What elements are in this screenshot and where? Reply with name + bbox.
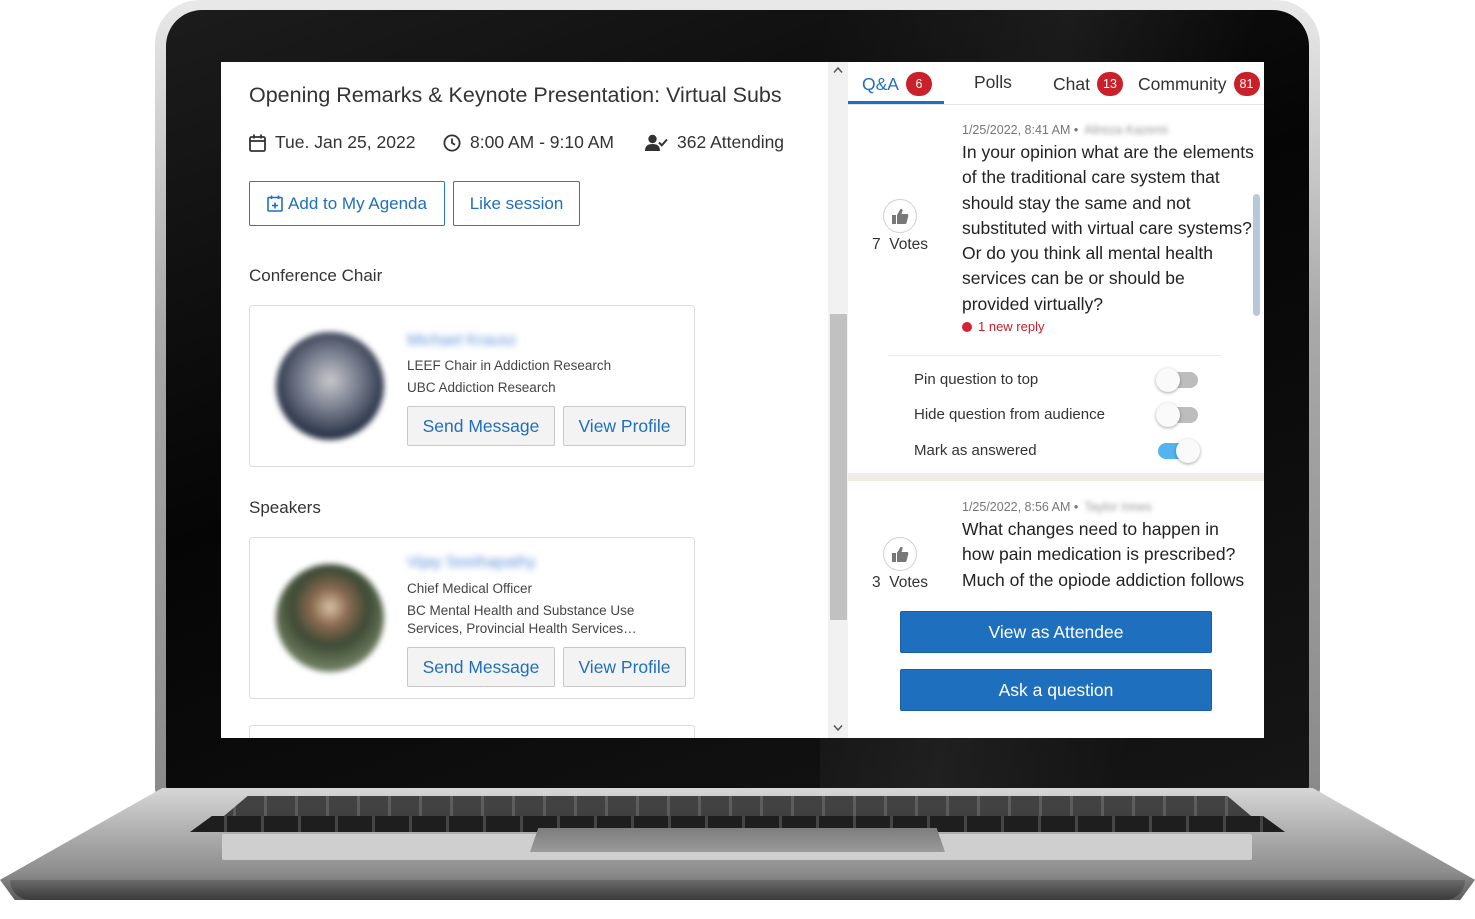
- ask-question-button[interactable]: Ask a question: [900, 669, 1212, 711]
- speaker-name[interactable]: Vijay Seethapathy: [407, 554, 536, 571]
- session-attendance: 362 Attending: [645, 132, 784, 153]
- question-author: Alireza Kazemi: [1084, 123, 1168, 137]
- new-reply-label: 1 new reply: [978, 319, 1045, 334]
- chair-send-message-button[interactable]: Send Message: [407, 406, 555, 446]
- engagement-panel: Q&A 6 Polls Chat 13 Community 81 7 Votes…: [848, 62, 1264, 738]
- tab-polls-label: Polls: [974, 72, 1012, 92]
- attending-count: 362 Attending: [677, 132, 785, 152]
- question-author: Taylor Innes: [1084, 500, 1152, 514]
- qa-scrollbar[interactable]: [1253, 194, 1260, 316]
- tab-community-badge: 81: [1233, 72, 1260, 96]
- like-session-button[interactable]: Like session: [453, 181, 580, 226]
- speaker-organization-line1: BC Mental Health and Substance Use: [407, 603, 635, 618]
- view-as-attendee-button[interactable]: View as Attendee: [900, 611, 1212, 653]
- scroll-up-arrow-icon[interactable]: [833, 66, 843, 76]
- pin-question-label: Pin question to top: [914, 371, 1039, 388]
- tab-community[interactable]: Community 81: [1138, 72, 1260, 96]
- session-time: 8:00 AM - 9:10 AM: [443, 132, 614, 153]
- tab-qa-label: Q&A: [862, 73, 899, 94]
- pin-question-toggle[interactable]: [1156, 368, 1198, 392]
- calendar-plus-icon: [267, 195, 283, 212]
- speaker-role: Chief Medical Officer: [407, 581, 533, 596]
- laptop-trackpad: [530, 828, 945, 852]
- session-details-pane: Opening Remarks & Keynote Presentation: …: [221, 62, 828, 738]
- laptop-base-lip: [10, 880, 1465, 900]
- question-text: What changes need to happen in how pain …: [962, 519, 1245, 590]
- engagement-tabs: Q&A 6 Polls Chat 13 Community 81: [848, 62, 1264, 105]
- session-time-text: 8:00 AM - 9:10 AM: [470, 132, 614, 152]
- chair-avatar: [276, 332, 384, 440]
- thumbs-up-icon: [892, 546, 909, 562]
- tab-qa[interactable]: Q&A 6: [862, 72, 932, 96]
- chair-role: LEEF Chair in Addiction Research: [407, 358, 612, 373]
- tab-polls[interactable]: Polls: [974, 72, 1012, 93]
- speaker-organization-line2: Services, Provincial Health Services…: [407, 621, 637, 636]
- tab-chat-label: Chat: [1053, 73, 1090, 94]
- user-check-icon: [645, 134, 668, 151]
- vote-count: 3 Votes: [872, 574, 929, 591]
- mark-answered-label: Mark as answered: [914, 442, 1037, 459]
- question-divider: [888, 355, 1222, 356]
- toggle-knob: [1156, 368, 1180, 392]
- new-reply-link[interactable]: 1 new reply: [962, 319, 1044, 334]
- next-person-card: [249, 725, 695, 738]
- clock-icon: [443, 134, 461, 151]
- thumbs-up-icon: [892, 208, 909, 224]
- left-pane-scroll-thumb[interactable]: [830, 314, 847, 620]
- question-separator: [848, 473, 1264, 481]
- toggle-knob: [1176, 439, 1200, 463]
- upvote-button[interactable]: [883, 537, 917, 571]
- add-to-agenda-label: Add to My Agenda: [288, 193, 427, 213]
- question-text: In your opinion what are the elements of…: [962, 142, 1254, 314]
- tab-qa-badge: 6: [905, 72, 932, 96]
- app-screen: Opening Remarks & Keynote Presentation: …: [221, 62, 1264, 738]
- session-title: Opening Remarks & Keynote Presentation: …: [249, 83, 782, 107]
- chair-view-profile-button[interactable]: View Profile: [563, 406, 686, 446]
- calendar-icon: [249, 134, 266, 152]
- speakers-heading: Speakers: [249, 498, 321, 517]
- upvote-button[interactable]: [883, 199, 917, 233]
- hide-question-toggle[interactable]: [1156, 403, 1198, 427]
- speaker-card: Vijay Seethapathy Chief Medical Officer …: [249, 537, 695, 699]
- speaker-avatar: [276, 564, 384, 672]
- active-tab-indicator: [848, 101, 944, 104]
- tab-chat-badge: 13: [1096, 72, 1123, 96]
- chair-card: Michael Krausz LEEF Chair in Addiction R…: [249, 305, 695, 467]
- unread-dot-icon: [962, 321, 972, 332]
- mark-answered-toggle[interactable]: [1158, 439, 1200, 463]
- speaker-send-message-button[interactable]: Send Message: [407, 647, 555, 687]
- vote-count: 7 Votes: [872, 236, 929, 253]
- session-date: Tue. Jan 25, 2022: [249, 132, 415, 153]
- scroll-down-arrow-icon[interactable]: [833, 724, 843, 734]
- add-to-agenda-button[interactable]: Add to My Agenda: [249, 181, 445, 226]
- tab-chat[interactable]: Chat 13: [1053, 72, 1123, 96]
- question-timestamp: 1/25/2022, 8:56 AM • Taylor Innes: [962, 500, 1152, 514]
- conference-chair-heading: Conference Chair: [249, 266, 383, 285]
- like-session-label: Like session: [469, 193, 564, 213]
- toggle-knob: [1156, 403, 1180, 427]
- speaker-view-profile-button[interactable]: View Profile: [563, 647, 686, 687]
- hide-question-label: Hide question from audience: [914, 406, 1105, 423]
- chair-organization: UBC Addiction Research: [407, 380, 556, 395]
- chair-name[interactable]: Michael Krausz: [407, 332, 516, 349]
- session-date-text: Tue. Jan 25, 2022: [275, 132, 416, 152]
- tab-community-label: Community: [1138, 73, 1227, 94]
- question-timestamp: 1/25/2022, 8:41 AM • Alireza Kazemi: [962, 123, 1168, 137]
